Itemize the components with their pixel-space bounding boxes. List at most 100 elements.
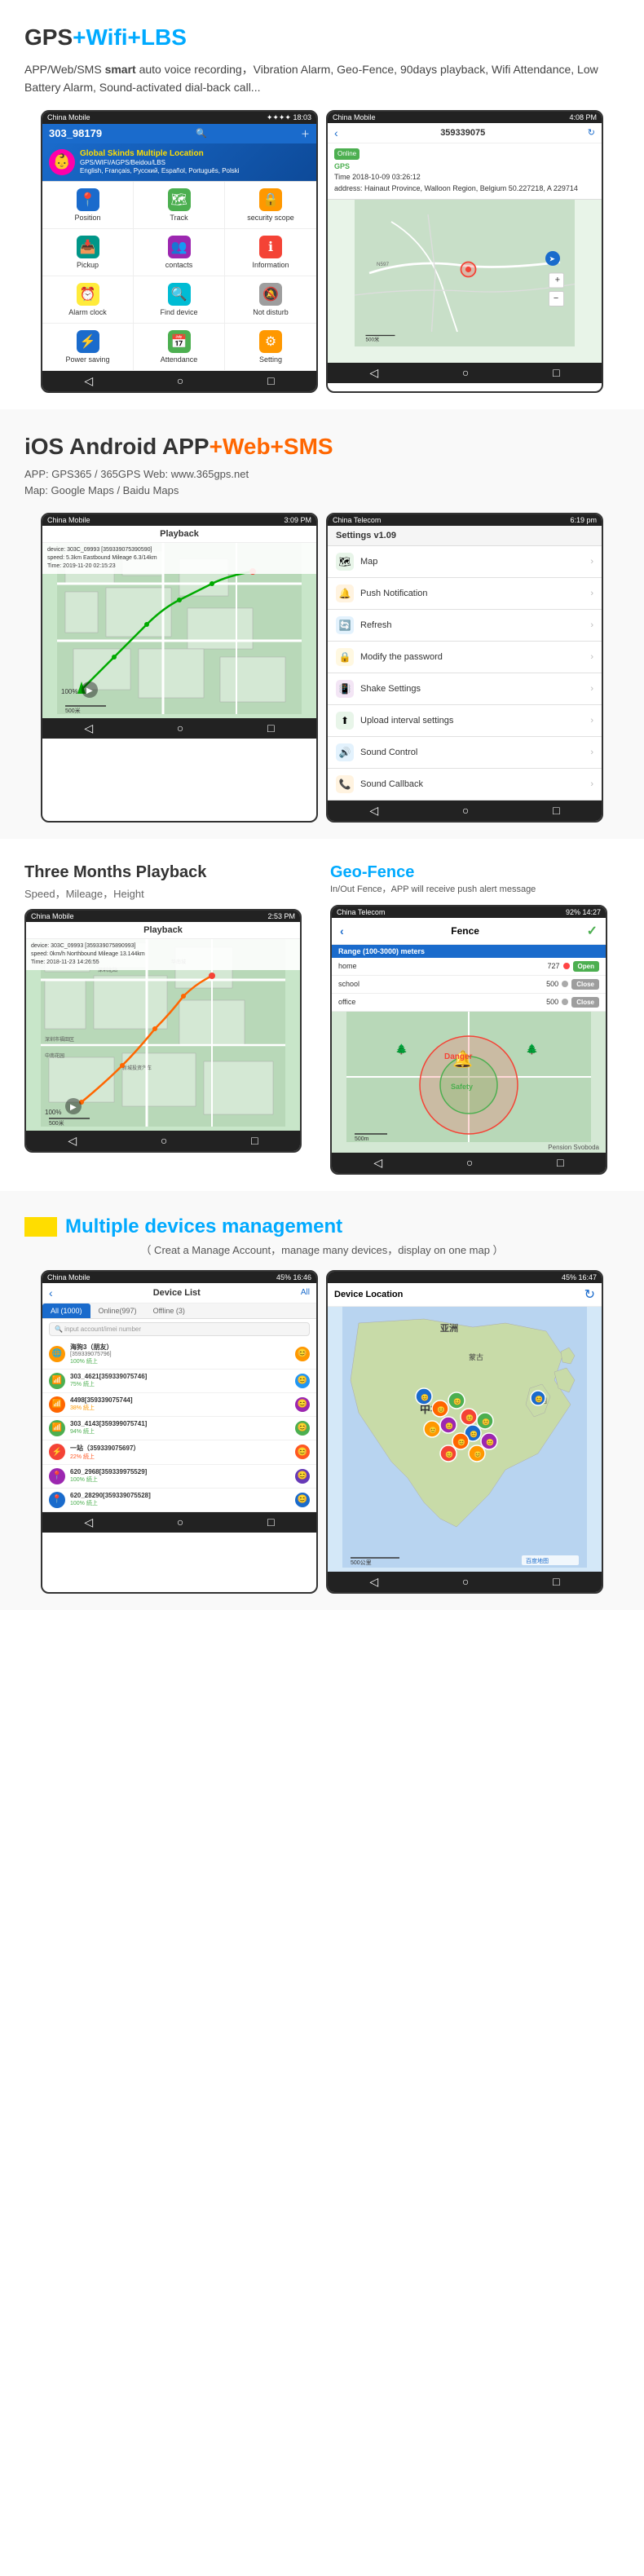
nav-recent-p[interactable]: □ [267,721,274,735]
nav-back-dl[interactable]: ◁ [84,1515,93,1529]
nav-recent[interactable]: □ [267,374,274,388]
playback3-title-label: Playback [143,925,183,935]
fence-val-home: 727 [536,962,560,970]
grid-item-notdisturb[interactable]: 🔕 Not disturb [225,276,316,324]
refresh-label: Refresh [360,620,584,630]
fence-btn-school[interactable]: Close [571,979,599,990]
nav-home-dl[interactable]: ○ [177,1515,183,1529]
upload-label: Upload interval settings [360,716,584,726]
refresh-icon: 🔄 [336,616,354,634]
nav-back-loc[interactable]: ◁ [369,1575,378,1589]
fence-row-school[interactable]: school 500 Close [332,976,606,994]
grid-item-find[interactable]: 🔍 Find device [134,276,225,324]
grid-item-attendance[interactable]: 📅 Attendance [134,324,225,371]
settings-item-push[interactable]: 🔔 Push Notification › [328,578,602,610]
nav-back-g[interactable]: ◁ [373,1156,382,1170]
device-info-5: 一站（359339075697） 22% 続上 [70,1444,290,1461]
grid-item-security[interactable]: 🔒 security scope [225,182,316,229]
nav-home-r[interactable]: ○ [462,366,469,380]
tab-all[interactable]: All (1000) [42,1303,90,1318]
device-avatar-5: 😊 [295,1445,310,1459]
section-playback-geofence: Three Months Playback Speed，Mileage，Heig… [0,839,644,1190]
device-item-5[interactable]: ⚡ 一站（359339075697） 22% 続上 😊 [42,1440,316,1465]
security-label: security scope [247,214,294,222]
fence-row-office[interactable]: office 500 Close [332,994,606,1012]
fence-back[interactable]: ‹ [340,924,344,937]
settings-item-map[interactable]: 🗺 Map › [328,546,602,578]
right-phone-refresh[interactable]: ↻ [588,127,595,138]
grid-item-position[interactable]: 📍 Position [42,182,134,229]
nav-home-s[interactable]: ○ [462,804,469,818]
tab-online[interactable]: Online(997) [90,1303,145,1318]
svg-text:N597: N597 [377,262,390,267]
right-phone-back[interactable]: ‹ [334,126,338,139]
svg-text:😊: 😊 [474,1451,482,1458]
grid-item-contacts[interactable]: 👥 contacts [134,229,225,276]
nav-home[interactable]: ○ [177,374,183,388]
device-item-7[interactable]: 📍 620_28290[359339075528] 100% 続上 😊 [42,1489,316,1512]
banner-langs: English, Français, Русский, Español, Por… [80,167,240,175]
nav-back[interactable]: ◁ [84,374,93,388]
push-icon: 🔔 [336,584,354,602]
refresh-chevron: › [590,620,593,630]
nav-recent-p3[interactable]: □ [251,1134,258,1148]
nav-back-r[interactable]: ◁ [369,366,378,380]
playback3-navbar: ◁ ○ □ [26,1131,300,1151]
device-item-4[interactable]: 📶 303_4143[359399075741] 94% 続上 😊 [42,1417,316,1440]
nav-back-p3[interactable]: ◁ [68,1134,77,1148]
nav-back-s[interactable]: ◁ [369,804,378,818]
nav-recent-g[interactable]: □ [557,1156,563,1170]
grid-item-information[interactable]: ℹ Information [225,229,316,276]
device-item-1[interactable]: 🌐 海狗3（朋友） [359339075796] 100% 続上 😊 [42,1339,316,1370]
map-chevron: › [590,557,593,567]
grid-item-alarm[interactable]: ⏰ Alarm clock [42,276,134,324]
playback-title: Playback [160,529,199,539]
device-item-3[interactable]: 📶 4498[359339075744] 38% 続上 😊 [42,1393,316,1417]
nav-home-g[interactable]: ○ [466,1156,473,1170]
settings-item-refresh[interactable]: 🔄 Refresh › [328,610,602,642]
tab-offline[interactable]: Offline (3) [145,1303,193,1318]
password-label: Modify the password [360,652,584,662]
nav-home-p[interactable]: ○ [177,721,183,735]
grid-item-track[interactable]: 🗺 Track [134,182,225,229]
svg-text:−: − [554,293,558,303]
settings-item-callback[interactable]: 📞 Sound Callback › [328,769,602,801]
fence-btn-home[interactable]: Open [573,961,599,972]
settings-item-shake[interactable]: 📳 Shake Settings › [328,673,602,705]
devloc-refresh[interactable]: ↻ [584,1286,595,1303]
left-phone-search-icon[interactable]: 🔍 [196,128,207,139]
nav-recent-s[interactable]: □ [553,804,559,818]
device-item-6[interactable]: 📍 620_2968[359339975529] 100% 続上 😊 [42,1465,316,1489]
grid-item-pickup[interactable]: 📥 Pickup [42,229,134,276]
device-search[interactable]: 🔍 input account/imei number [49,1322,310,1336]
devlist-back[interactable]: ‹ [49,1286,53,1299]
settings-item-upload[interactable]: ⬆ Upload interval settings › [328,705,602,737]
section1-title-suffix: +Wifi+LBS [73,24,187,50]
settings-phone: China Telecom 6:19 pm Settings v1.09 🗺 M… [326,513,603,823]
grid-item-power[interactable]: ⚡ Power saving [42,324,134,371]
settings-item-sound[interactable]: 🔊 Sound Control › [328,737,602,769]
fence-checkmark[interactable]: ✓ [587,923,598,939]
svg-text:Danger: Danger [444,1052,473,1061]
fence-row-home[interactable]: home 727 Open [332,958,606,976]
nav-home-p3[interactable]: ○ [161,1134,167,1148]
device-name-3: 4498[359339075744] [70,1396,290,1404]
nav-recent-loc[interactable]: □ [553,1575,559,1589]
asia-map-svg: 亚洲 蒙古 中华 韩国 😊 😊 😊 😊 😊 😊 [328,1307,602,1568]
device-item-2[interactable]: 📶 303_4621[359339075746] 75% 続上 😊 [42,1370,316,1393]
grid-item-setting[interactable]: ⚙ Setting [225,324,316,371]
fence-val-office: 500 [534,998,558,1006]
settings-item-password[interactable]: 🔒 Modify the password › [328,642,602,673]
section1-title-gps: GPS [24,24,73,50]
settings-list: 🗺 Map › 🔔 Push Notification › 🔄 Refresh … [328,546,602,801]
nav-back-p[interactable]: ◁ [84,721,93,735]
devlist-all-label[interactable]: All [301,1288,310,1297]
nav-recent-r[interactable]: □ [553,366,559,380]
nav-recent-dl[interactable]: □ [267,1515,274,1529]
section4-subtitle: （ Creat a Manage Account，manage many dev… [24,1242,620,1257]
fence-btn-office[interactable]: Close [571,997,599,1008]
left-phone-plus-icon[interactable]: ＋ [301,127,310,140]
upload-icon: ⬆ [336,712,354,730]
fence-town-label: Pension Svoboda [332,1142,606,1153]
nav-home-loc[interactable]: ○ [462,1575,469,1589]
